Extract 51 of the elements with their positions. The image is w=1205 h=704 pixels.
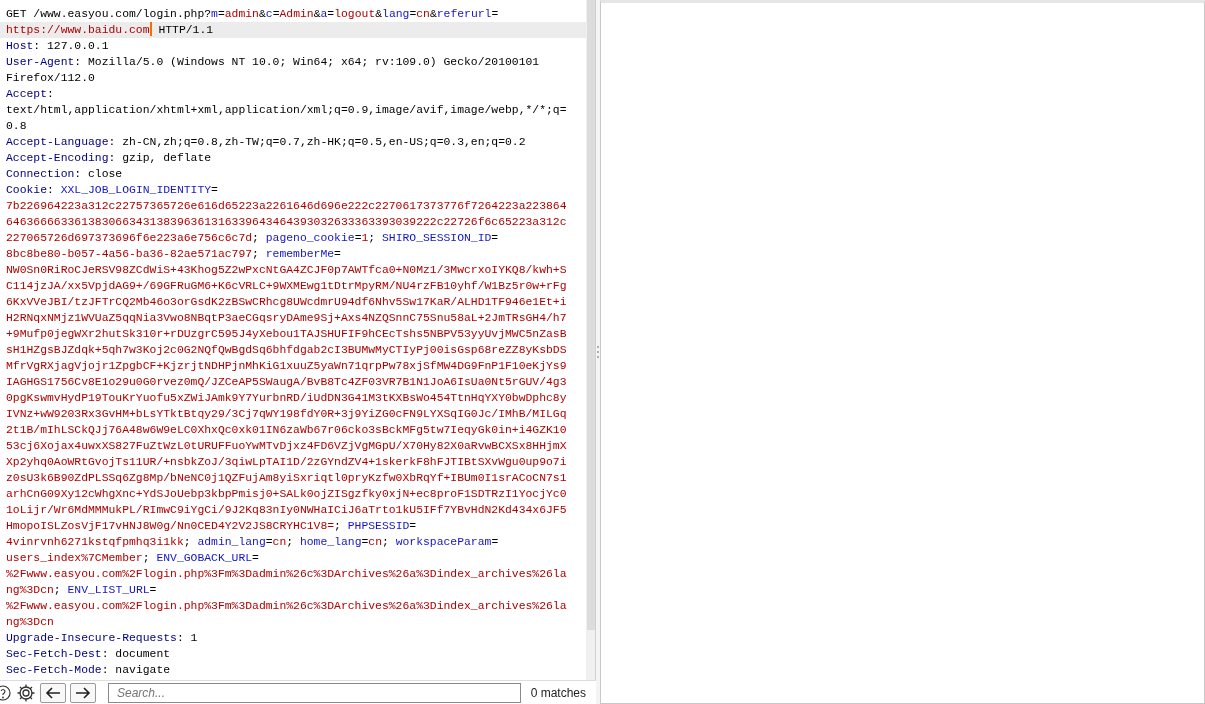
request-line: %2Fwww.easyou.com%2Flogin.php%3Fm%3Dadmin%26c%3DArchives%26a%3Dindex_archives%26la	[5, 599, 568, 614]
request-line: sH1HZgsBJZdqk+5qh7w3Koj2c0G2NQfQwBgdSq6bhfdgab2cI3BUMwMyCTIyPj00isGsp68reZZ8yKsbDS	[5, 343, 568, 358]
request-line: z0sU3k6B90ZdPLSSq6Zg8Mp/bNeNC0j1QZFujAm8yiSxriqtl0pryKzfw0XbRqYf+IBUm0I1srACoCN7s1	[5, 471, 568, 486]
request-line: Firefox/112.0	[5, 71, 96, 86]
request-line: 1oLijr/Wr6MdMMMukPL/RImwC9iYgCi/9J2Kq83nIy0NWHaICiJ6aTrto1kU5IFf7YBvHdN2Kd434x6JF5	[5, 503, 568, 518]
right-arrow-icon	[75, 686, 91, 699]
request-line: Xp2yhq0AoWRtGvojTs11UR/+nsbkZoJ/3qiwLpTAI1D/2zGYndZV4+1skerkF8hFJTIBtSXvWgu0up9o7i	[5, 455, 568, 470]
request-line: Host: 127.0.0.1	[5, 39, 110, 54]
request-line: ng%3Dcn; ENV_LIST_URL=	[5, 583, 158, 598]
request-line: Accept-Language: zh-CN,zh;q=0.8,zh-TW;q=0.7,zh-HK;q=0.5,en-US;q=0.3,en;q=0.2	[5, 135, 527, 150]
request-line: 0.8	[5, 119, 28, 134]
settings-icon[interactable]	[16, 682, 36, 703]
request-line: arhCnG09Xy12cWhgXnc+YdSJoUebp3kbpPmisj0+SALk0ojZISgzfky0xjN+ec8proF1SDTRzI1YocjYc0	[5, 487, 568, 502]
forward-button[interactable]	[70, 682, 96, 703]
request-line: 4vinrvnh6271kstqfpmhq3i1kk; admin_lang=cn; home_lang=cn; workspaceParam=	[5, 535, 500, 550]
request-line: User-Agent: Mozilla/5.0 (Windows NT 10.0; Win64; x64; rv:109.0) Gecko/20100101	[5, 55, 541, 70]
request-line: 6KxVVeJBI/tzJFTrCQ2Mb46o3orGsdK2zBSwCRhcg8UWcdmrU94df6Nhv5Sw17KaR/ALHD1TF946e1Et+i	[5, 295, 568, 310]
request-line: %2Fwww.easyou.com%2Flogin.php%3Fm%3Dadmin%26c%3DArchives%26a%3Dindex_archives%26la	[5, 567, 568, 582]
request-line: Accept-Encoding: gzip, deflate	[5, 151, 213, 166]
left-arrow-icon	[45, 686, 61, 699]
request-line: Upgrade-Insecure-Requests: 1	[5, 631, 199, 646]
request-line: MfrVgRXjagVjojr1ZpgbCF+KjzrjtNDHPjnMhKiG1xuuZ5yaWn71qrpPw78xjSfMW4DG9FnP1F10eKjYs9	[5, 359, 568, 374]
scrollbar[interactable]	[586, 0, 595, 680]
back-button[interactable]	[40, 682, 66, 703]
request-line: users_index%7CMember; ENV_GOBACK_URL=	[5, 551, 260, 566]
request-line: Sec-Fetch-Mode: navigate	[5, 663, 172, 678]
request-line: Sec-Fetch-Dest: document	[5, 647, 172, 662]
request-line: 0pgKswmvHydP19TouKrYuofu5xZWiJAmk9Y7YurbnRD/iUdDN3G41M3tKXBsWo454TtnHqYXY0bwDphc8y	[5, 391, 568, 406]
request-line: ng%3Dcn	[5, 615, 55, 630]
search-field[interactable]: Search...	[108, 682, 521, 703]
request-line: 2t1B/mIhLSCkQJj76A48w6W9eLC0XhxQc0xk01IN6zaWb67r06cko3sBckMFg5tw7IeqyGk0in+i4GZK10	[5, 423, 568, 438]
help-icon[interactable]	[0, 684, 12, 701]
request-line: 227065726d697373696f6e223a6e756c6c7d; pageno_cookie=1; SHIRO_SESSION_ID=	[5, 231, 500, 246]
request-line: C114jzJA/xx5VpjdAG9+/69GFRuGM6+K6cVRLC+9WXMEwg1tDtrMpyRM/NU4rzFB10yhf/W1Bz5r0w+rFg	[5, 279, 568, 294]
request-line: IVNz+wW9203Rx3GvHM+bLsYTktBtqy29/3Cj7qWY198fdY0R+3j9YiZG0cFN9LYXSqIG0Jc/IMhB/MILGq	[5, 407, 568, 422]
request-line: HmopoISLZosVjF17vHNJ8W0g/Nn0CED4Y2V2JS8CRYHC1V8=; PHPSESSID=	[5, 519, 418, 534]
grip-icon[interactable]	[596, 345, 600, 359]
request-line: 8bc8be80-b057-4a56-ba36-82ae571ac797; rememberMe=	[5, 247, 342, 262]
request-line: 53cj6Xojax4uwxXS827FuZtWzL0tURUFFuoYwMTvDjxz4FD6VZjVgMGpU/X70Hy82X0aRvwBCXSx8HHjmX	[5, 439, 568, 454]
request-line: +9Mufp0jegWXr2hutSk310r+rDUzgrC595J4yXebou1TAJSHUFIF9hCEcTshs5NBPV53yyUvjMWC5nZasB	[5, 327, 568, 342]
request-line: 7b226964223a312c22757365726e616d65223a2261646d696e222c2270617373776f7264223a223864	[5, 199, 568, 214]
request-line: Connection: close	[5, 167, 124, 182]
request-line: GET /www.easyou.com/login.php?m=admin&c=Admin&a=logout&lang=cn&referurl=	[5, 7, 500, 22]
request-line: 646366663361383066343138396361316339643464393032633363393039222c22726f6c65223a312c	[5, 215, 568, 230]
request-line: text/html,application/xhtml+xml,application/xml;q=0.9,image/avif,image/webp,*/*;q=	[5, 103, 568, 118]
match-count: 0 matches	[529, 684, 587, 702]
request-line: IAGHGS1756Cv8E1o29u0G0rvez0mQ/JZCeAP5SWaugA/BvB8Tc4ZF03VR7B1N1JoA6IsUa0Nt5rGUV/4g3	[5, 375, 568, 390]
request-line: Accept:	[5, 87, 55, 102]
request-line: H2RNqxNMjz1WVUaZ5qqNia3Vwo8NBqtP3aeCGqsryDAme9Sj+Axs4NZQSnnC75Snu58aL+2JmTRsGH4/h7	[5, 311, 568, 326]
request-line: Cookie: XXL_JOB_LOGIN_IDENTITY=	[5, 183, 219, 198]
request-line: NW0Sn0RiRoCJeRSV98ZCdWiS+43Khog5Z2wPxcNtGA4ZCJF0p7AWTfca0+N0Mz1/3MwcrxoIYKQ8/kwh+S	[5, 263, 568, 278]
